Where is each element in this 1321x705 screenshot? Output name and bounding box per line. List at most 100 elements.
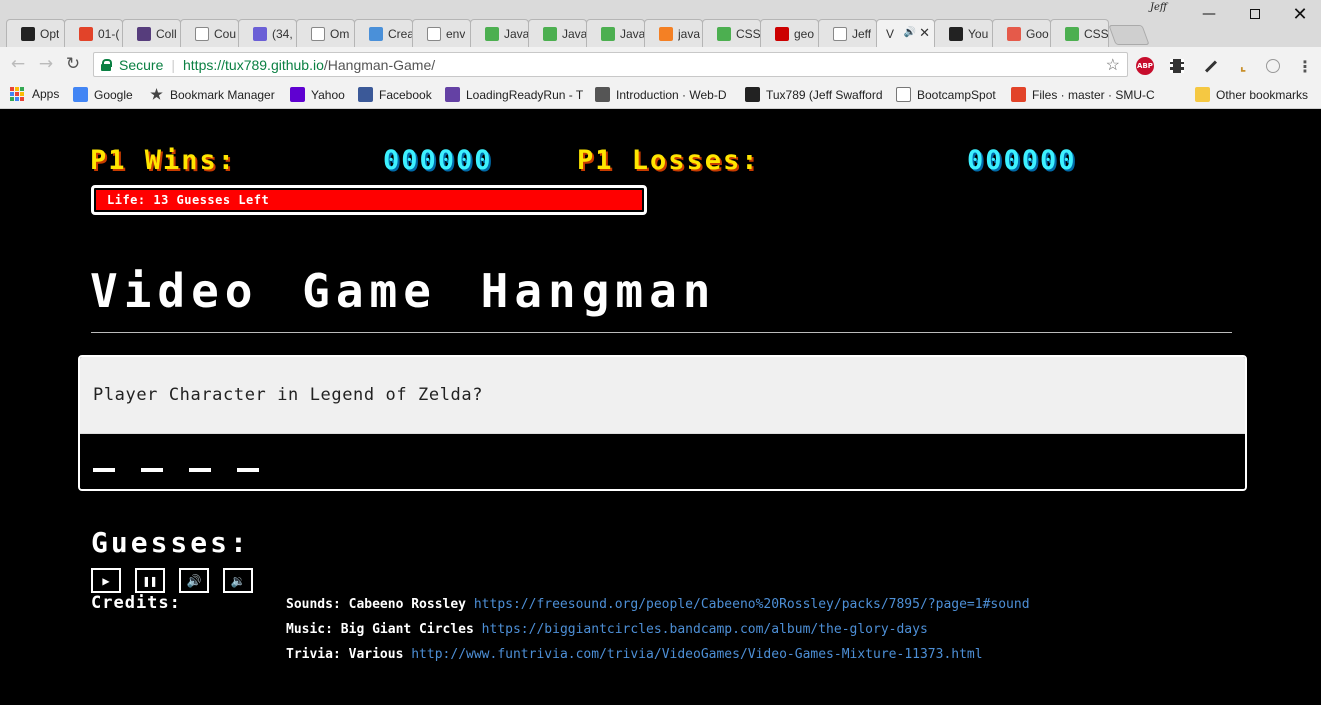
tab-title: (34, xyxy=(272,26,293,41)
tab-title: Coll xyxy=(156,26,177,41)
tab-2[interactable]: Coll xyxy=(122,19,181,47)
bookmark-item[interactable]: ★ Bookmark Manager xyxy=(149,86,275,102)
credit-link[interactable]: http://www.funtrivia.com/trivia/VideoGam… xyxy=(411,647,982,662)
bookmark-item[interactable]: Yahoo xyxy=(290,87,345,102)
tab-title: Goo xyxy=(1026,26,1049,41)
secure-label: Secure xyxy=(119,56,164,73)
mail-icon xyxy=(253,26,267,41)
tab-4[interactable]: (34, xyxy=(238,19,297,47)
bookmark-label: Files · master · SMU-C xyxy=(1032,87,1155,102)
tab-14[interactable]: Jeff xyxy=(818,19,877,47)
play-button[interactable]: ▶ xyxy=(91,568,121,593)
ruler-icon[interactable]: ⌞ xyxy=(1234,57,1252,75)
minimize-button[interactable]: — xyxy=(1186,0,1232,28)
bookmark-label: BootcampSpot xyxy=(917,87,996,102)
bookmark-item[interactable]: Introduction · Web-D xyxy=(595,87,727,102)
bookmark-label: Facebook xyxy=(379,87,432,102)
tab-3[interactable]: Cou xyxy=(180,19,239,47)
page-content: P1 Wins: 000000 P1 Losses: 000000 Life: … xyxy=(0,109,1321,705)
reload-button[interactable]: ↻ xyxy=(63,54,83,74)
tab-strip: Jeff Opt 01-(Coll Cou (34, Om Crea env Java Java… xyxy=(0,0,1321,47)
eyedropper-icon[interactable] xyxy=(1202,57,1220,75)
bookmark-label: LoadingReadyRun - T xyxy=(466,87,584,102)
credit-line: Trivia: Various http://www.funtrivia.com… xyxy=(286,647,983,662)
facebook-icon xyxy=(358,87,373,102)
url-separator: | xyxy=(171,56,175,73)
adblock-icon[interactable]: ABP xyxy=(1136,57,1154,75)
w3schools-icon xyxy=(485,26,499,41)
forward-button[interactable]: → xyxy=(36,54,56,74)
guesses-label: Guesses: xyxy=(91,526,250,559)
bookmark-star-icon[interactable]: ☆ xyxy=(1106,55,1120,75)
address-bar[interactable]: Secure | https://tux789.github.io/Hangma… xyxy=(93,52,1128,77)
tab-15[interactable]: V 🔊 ✕ xyxy=(876,19,935,47)
tab-16[interactable]: You xyxy=(934,19,993,47)
w3schools-icon xyxy=(543,26,557,41)
bookmark-item[interactable]: LoadingReadyRun - T xyxy=(445,87,583,102)
bookmark-item[interactable]: Apps xyxy=(10,87,59,101)
tab-5[interactable]: Om xyxy=(296,19,355,47)
close-window-button[interactable]: ✕ xyxy=(1277,0,1321,28)
bookmark-label: Tux789 (Jeff Swafford xyxy=(766,87,883,102)
bookmark-item[interactable]: BootcampSpot xyxy=(896,87,996,102)
tab-17[interactable]: Goo xyxy=(992,19,1051,47)
new-tab-button[interactable] xyxy=(1108,25,1150,45)
credit-link[interactable]: https://freesound.org/people/Cabeeno%20R… xyxy=(474,597,1030,612)
profile-name[interactable]: Jeff xyxy=(1150,2,1167,13)
tab-12[interactable]: CSS xyxy=(702,19,761,47)
volume-down-button[interactable]: 🔉 xyxy=(223,568,253,593)
close-icon: ✕ xyxy=(1292,3,1308,25)
pause-icon: ❚❚ xyxy=(142,573,158,588)
tab-6[interactable]: Crea xyxy=(354,19,413,47)
w3schools-icon xyxy=(717,26,731,41)
tab-title: CSS xyxy=(1084,26,1108,41)
life-text: Life: 13 Guesses Left xyxy=(107,193,270,207)
window-icon xyxy=(369,26,383,41)
bookmark-item[interactable]: Tux789 (Jeff Swafford xyxy=(745,87,883,102)
losses-label: P1 Losses: xyxy=(577,145,760,176)
tab-7[interactable]: env xyxy=(412,19,471,47)
volume-up-button[interactable]: 🔊 xyxy=(179,568,209,593)
url-path: /Hangman-Game/ xyxy=(323,56,436,73)
tab-1[interactable]: 01-( xyxy=(64,19,123,47)
back-arrow-icon: ← xyxy=(10,54,26,74)
tab-title: java xyxy=(678,26,701,41)
tab-8[interactable]: Java xyxy=(470,19,529,47)
film-icon[interactable] xyxy=(1168,57,1186,75)
menu-icon[interactable]: ⋮ xyxy=(1296,57,1314,76)
bookmark-item[interactable]: Files · master · SMU-C xyxy=(1011,87,1155,102)
tab-0[interactable]: Opt xyxy=(6,19,65,47)
credit-line: Sounds: Cabeeno Rossley https://freesoun… xyxy=(286,597,1030,612)
google-icon xyxy=(73,87,88,102)
maximize-button[interactable] xyxy=(1232,0,1278,28)
word-blanks xyxy=(80,434,1245,489)
gitlab-icon xyxy=(1011,87,1026,102)
credit-label: Sounds: Cabeeno Rossley xyxy=(286,597,467,612)
bookmark-label: Bookmark Manager xyxy=(170,87,275,102)
bookmark-item[interactable]: Other bookmarks xyxy=(1195,87,1308,102)
tab-13[interactable]: geo xyxy=(760,19,819,47)
tabs: Opt 01-(Coll Cou (34, Om Crea env Java Java Java j… xyxy=(6,19,1150,47)
letter-blank xyxy=(189,468,211,472)
bookmark-item[interactable]: Facebook xyxy=(358,87,432,102)
pause-button[interactable]: ❚❚ xyxy=(135,568,165,593)
bookmark-label: Introduction · Web-D xyxy=(616,87,727,102)
letter-blank xyxy=(141,468,163,472)
credit-link[interactable]: https://biggiantcircles.bandcamp.com/alb… xyxy=(482,622,928,637)
credit-line: Music: Big Giant Circles https://biggian… xyxy=(286,622,928,637)
forward-arrow-icon: → xyxy=(38,54,54,74)
page-icon xyxy=(427,26,441,41)
tab-title: Opt xyxy=(40,26,60,41)
tab-10[interactable]: Java xyxy=(586,19,645,47)
tab-11[interactable]: java xyxy=(644,19,703,47)
question-text: Player Character in Legend of Zelda? xyxy=(80,357,1245,434)
back-button[interactable]: ← xyxy=(8,54,28,74)
extension-circle-icon[interactable] xyxy=(1264,57,1282,75)
close-tab-icon[interactable]: ✕ xyxy=(919,26,930,41)
audio-playing-icon[interactable]: 🔊 xyxy=(904,27,916,38)
bookmark-item[interactable]: Google xyxy=(73,87,133,102)
github-icon xyxy=(745,87,760,102)
tab-18[interactable]: CSS xyxy=(1050,19,1109,47)
bookmarks-bar: Apps Google ★ Bookmark Manager Yahoo Facebook… xyxy=(0,82,1321,109)
tab-9[interactable]: Java xyxy=(528,19,587,47)
